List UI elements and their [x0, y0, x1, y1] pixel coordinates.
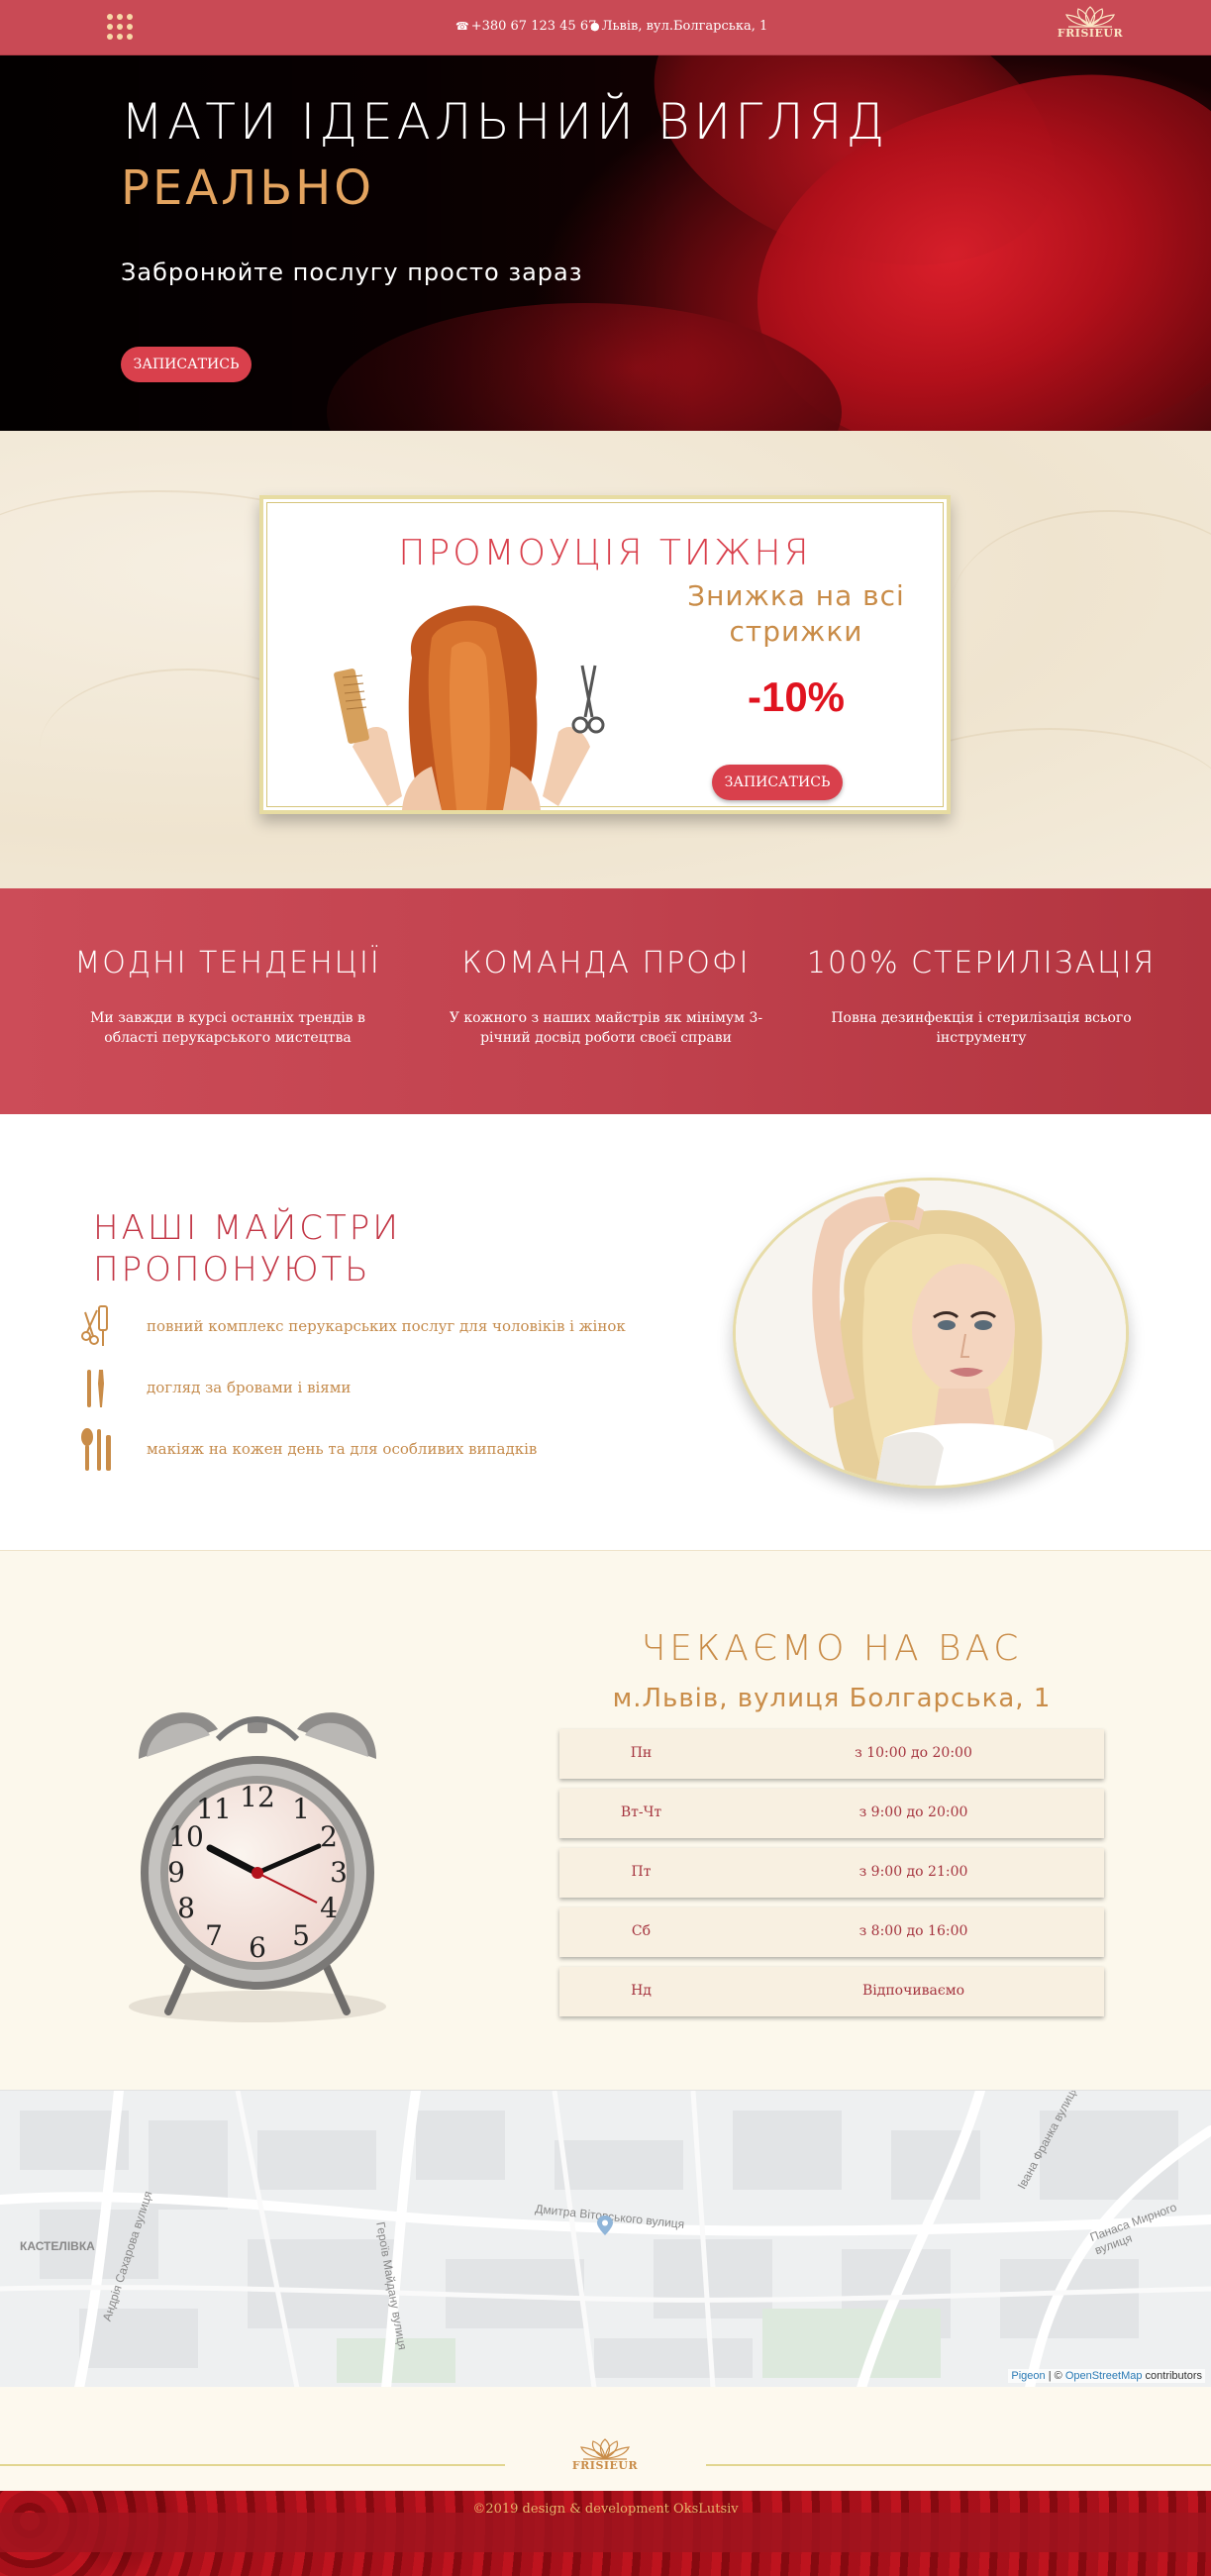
copyright-bar: ©2019 design & development OksLutsiv	[0, 2491, 1211, 2576]
masters-title: НАШІ МАЙСТРИ ПРОПОНУЮТЬ	[93, 1208, 401, 1289]
pigeon-link[interactable]: Pigeon	[1011, 2370, 1045, 2382]
header-phone[interactable]: ☎ +380 67 123 45 67	[455, 19, 596, 34]
map-label: КАСТЕЛІВКА	[20, 2239, 95, 2253]
svg-text:3: 3	[330, 1856, 348, 1889]
feature-title: КОМАНДА ПРОФІ	[461, 946, 751, 980]
header-logo[interactable]: FRISIEUR	[1056, 6, 1125, 40]
promo-woman-image	[293, 598, 650, 810]
hero-title: МАТИ ІДЕАЛЬНИЙ ВИГЛЯД	[121, 93, 889, 151]
feature-team: КОМАНДА ПРОФІ У кожного з наших майстрів…	[428, 946, 784, 1048]
lotus-logo-icon	[1065, 6, 1115, 28]
copyright-text: ©2019 design & development OksLutsiv	[472, 2502, 739, 2517]
service-item: повний комплекс перукарських послуг для …	[77, 1302, 691, 1352]
feature-title: 100% СТЕРИЛІЗАЦІЯ	[806, 946, 1157, 980]
makeup-brushes-icon	[81, 1428, 111, 1471]
header-address[interactable]: ● Львів, вул.Болгарська, 1	[590, 19, 767, 34]
schedule-row: Пн з 10:00 до 20:00	[559, 1729, 1104, 1779]
menu-grid-icon[interactable]	[107, 14, 133, 40]
feature-text: Ми завжди в курсі останніх трендів в обл…	[90, 1010, 365, 1046]
service-item: макіяж на кожен день та для особливих ви…	[77, 1425, 691, 1475]
promo-discount-text: Знижка на всі стрижки	[687, 579, 905, 648]
hero-banner: МАТИ ІДЕАЛЬНИЙ ВИГЛЯД РЕАЛЬНО Забронюйте…	[0, 55, 1211, 431]
service-item: догляд за бровами і віями	[77, 1364, 691, 1413]
footer-divider	[706, 2464, 1211, 2466]
svg-text:12: 12	[240, 1781, 275, 1813]
svg-text:4: 4	[320, 1892, 338, 1924]
promo-section: ПРОМОУЦІЯ ТИЖНЯ Знижка на всі стрижки -1…	[0, 431, 1211, 888]
map-marker-icon[interactable]	[597, 2215, 613, 2235]
hours-section: 12 1 2 345 678 9 10 11 ЧЕКАЄМО НА ВАС м.Льві…	[0, 1550, 1211, 2090]
svg-text:2: 2	[320, 1820, 338, 1853]
hours-address: м.Львів, вулиця Болгарська, 1	[612, 1684, 1052, 1713]
svg-text:11: 11	[196, 1793, 232, 1825]
footer-logo-area: FRISIEUR	[0, 2387, 1211, 2491]
masters-section: НАШІ МАЙСТРИ ПРОПОНУЮТЬ повний комплекс …	[0, 1114, 1211, 1550]
map-attribution: Pigeon | © OpenStreetMap contributors	[1008, 2369, 1205, 2383]
map-pin-icon: ●	[590, 20, 600, 33]
promo-book-button[interactable]: ЗАПИСАТИСЬ	[712, 765, 843, 800]
footer-logo[interactable]: FRISIEUR	[570, 2438, 640, 2472]
master-portrait-image	[733, 1178, 1129, 1489]
promo-title: ПРОМОУЦІЯ ТИЖНЯ	[398, 533, 812, 573]
svg-text:5: 5	[292, 1919, 310, 1952]
lotus-logo-icon	[580, 2438, 630, 2460]
hero-book-button[interactable]: ЗАПИСАТИСЬ	[121, 347, 252, 382]
feature-text: У кожного з наших майстрів як мінімум 3-…	[449, 1010, 763, 1046]
feature-trends: МОДНІ ТЕНДЕНЦІЇ Ми завжди в курсі останн…	[50, 946, 406, 1048]
svg-text:8: 8	[177, 1892, 195, 1924]
hero-title-accent: РЕАЛЬНО	[121, 160, 375, 216]
schedule-row: Нд Відпочиваємо	[559, 1967, 1104, 2016]
features-band: МОДНІ ТЕНДЕНЦІЇ Ми завжди в курсі останн…	[0, 888, 1211, 1114]
feature-text: Повна дезинфекція і стерилізація всього …	[831, 1010, 1132, 1046]
svg-text:9: 9	[167, 1856, 185, 1889]
hours-title: ЧЕКАЄМО НА ВАС	[641, 1628, 1023, 1669]
feature-title: МОДНІ ТЕНДЕНЦІЇ	[74, 946, 381, 980]
schedule-row: Вт-Чт з 9:00 до 20:00	[559, 1789, 1104, 1838]
svg-text:7: 7	[205, 1919, 223, 1952]
top-bar: ☎ +380 67 123 45 67 ● Львів, вул.Болгарськ…	[0, 0, 1211, 55]
brow-tools-icon	[87, 1370, 104, 1407]
feature-sterilization: 100% СТЕРИЛІЗАЦІЯ Повна дезинфекція і ст…	[803, 946, 1160, 1048]
svg-text:1: 1	[292, 1793, 310, 1825]
location-map[interactable]: КАСТЕЛІВКА Дмитра Вітовського вулиця Гер…	[0, 2090, 1211, 2387]
hero-subtitle: Забронюйте послугу просто зараз	[121, 258, 583, 286]
schedule-row: Пт з 9:00 до 21:00	[559, 1848, 1104, 1898]
comb-scissors-icon	[81, 1305, 108, 1346]
promo-card: ПРОМОУЦІЯ ТИЖНЯ Знижка на всі стрижки -1…	[259, 495, 951, 814]
promo-discount-value: -10%	[747, 673, 846, 720]
alarm-clock-image: 12 1 2 345 678 9 10 11	[99, 1670, 416, 2046]
phone-icon: ☎	[455, 20, 469, 33]
schedule-row: Сб з 8:00 до 16:00	[559, 1907, 1104, 1957]
svg-text:6: 6	[249, 1931, 266, 1964]
osm-link[interactable]: OpenStreetMap	[1065, 2370, 1143, 2382]
footer-divider	[0, 2464, 505, 2466]
